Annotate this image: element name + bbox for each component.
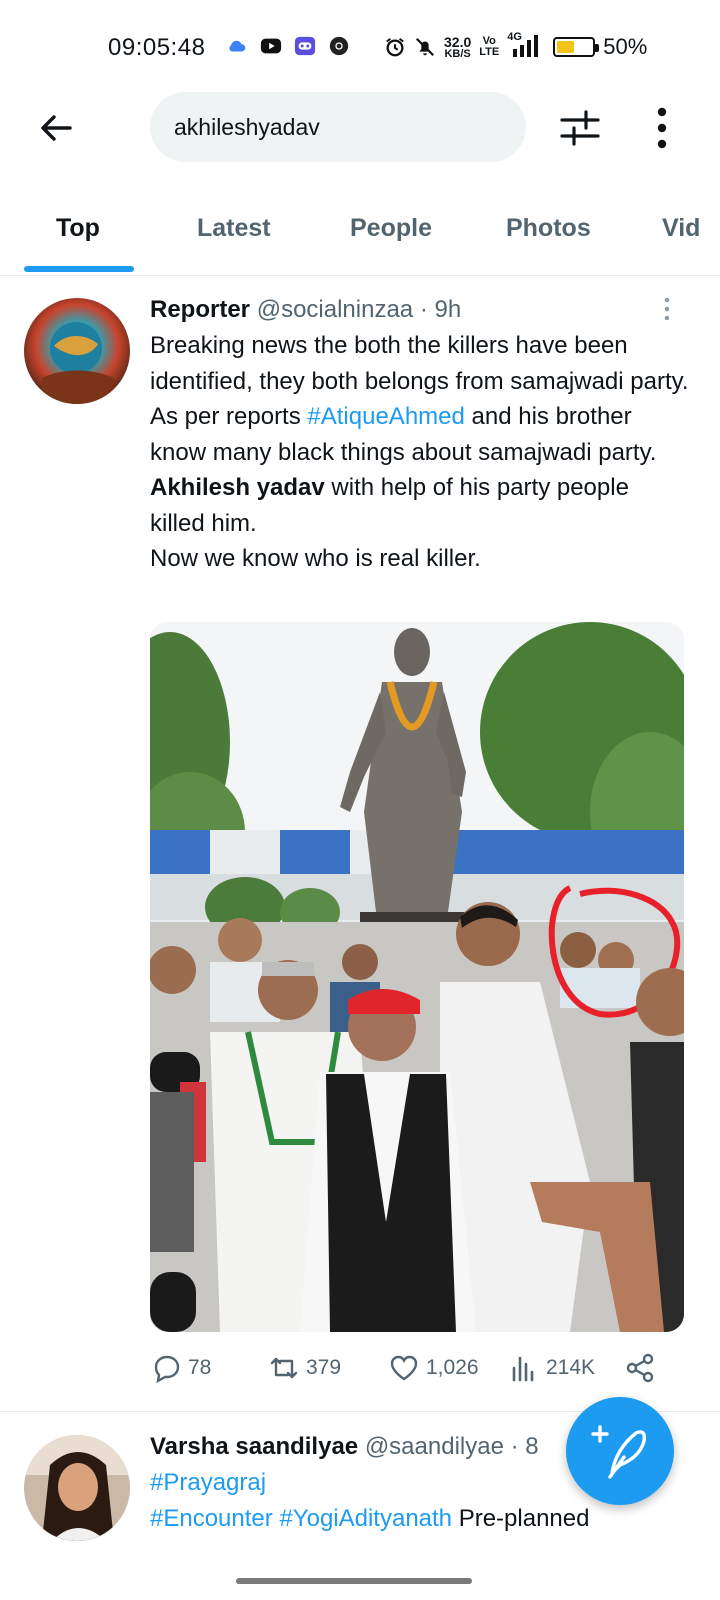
active-tab-indicator: [24, 266, 134, 272]
notification-icons: [226, 35, 350, 57]
author-handle[interactable]: @saandilyae: [365, 1433, 504, 1460]
hashtag-link[interactable]: #YogiAdityanath: [279, 1505, 452, 1532]
like-count: 1,026: [426, 1356, 479, 1379]
status-time: 09:05:48: [108, 34, 206, 61]
net-speed-unit: KB/S: [444, 47, 471, 60]
net-speed-value: 32.0: [444, 33, 472, 50]
more-vertical-icon[interactable]: [648, 104, 676, 152]
views-count: 214K: [546, 1356, 596, 1379]
views-chart-icon: [512, 1356, 534, 1382]
avatar[interactable]: [24, 298, 130, 404]
signal-icon: 4G: [507, 31, 541, 59]
views-button[interactable]: 214K: [508, 1352, 595, 1384]
like-button[interactable]: 1,026: [388, 1352, 479, 1384]
search-query: akhileshyadav: [174, 113, 320, 140]
cloud-icon: [229, 40, 246, 52]
tab-people[interactable]: People: [350, 214, 432, 243]
tweet[interactable]: Reporter @socialninzaa · 9h Breaking new…: [0, 278, 720, 1412]
tab-top[interactable]: Top: [56, 214, 100, 243]
search-input[interactable]: akhileshyadav: [150, 92, 526, 162]
tab-videos[interactable]: Vid: [662, 214, 700, 243]
tab-latest[interactable]: Latest: [197, 214, 271, 243]
battery-fill: [557, 41, 575, 53]
share-icon: [626, 1353, 654, 1383]
reply-button[interactable]: 78: [150, 1352, 211, 1384]
volte-bottom: LTE: [479, 46, 500, 58]
author-handle[interactable]: @socialninzaa: [257, 296, 413, 323]
compose-feather-plus-icon: [591, 1425, 647, 1479]
reply-icon: [154, 1355, 180, 1384]
system-indicators: 32.0 KB/S Vo LTE 4G 50%: [384, 31, 648, 60]
hashtag-link[interactable]: #Encounter: [150, 1505, 273, 1532]
back-arrow-icon[interactable]: [34, 106, 78, 150]
tweet-header: Varsha saandilyae @saandilyae · 8: [150, 1433, 539, 1461]
reply-count: 78: [188, 1356, 212, 1379]
tweet-time: 8: [525, 1433, 539, 1460]
tweet-text-part-4: Now we know who is real killer.: [150, 545, 481, 572]
battery-percent: 50%: [603, 34, 648, 59]
home-indicator[interactable]: [236, 1578, 472, 1584]
chrome-icon: [329, 36, 349, 56]
author-name[interactable]: Reporter: [150, 296, 250, 323]
compose-button[interactable]: [566, 1397, 674, 1505]
search-header: akhileshyadav: [0, 92, 720, 172]
search-tabs: Top Latest People Photos Vid: [0, 196, 720, 276]
tweet-text-tail: Pre-planned: [452, 1504, 590, 1532]
tab-photos[interactable]: Photos: [506, 214, 591, 243]
retweet-count: 379: [306, 1356, 342, 1379]
hashtag-link[interactable]: #AtiqueAhmed: [307, 403, 464, 430]
header-separator: ·: [419, 296, 428, 323]
avatar[interactable]: [24, 1435, 130, 1541]
tweet-text: Breaking news the both the killers have …: [150, 328, 690, 577]
tweet-photo[interactable]: [150, 622, 684, 1332]
alarm-icon: [386, 37, 404, 57]
filter-sliders-icon[interactable]: [556, 106, 604, 150]
status-bar: 09:05:48 32.0 KB/S Vo LTE 4G 50%: [0, 0, 720, 92]
header-separator: ·: [510, 1433, 519, 1460]
tweet-actions: 78 379 1,026 214K: [150, 1352, 670, 1392]
tweet-more-icon[interactable]: [660, 296, 674, 322]
battery-icon: [553, 37, 600, 57]
net-speed: 32.0 KB/S: [444, 35, 471, 60]
tweet-header: Reporter @socialninzaa · 9h: [150, 296, 461, 324]
retweet-button[interactable]: 379: [268, 1352, 341, 1384]
youtube-icon: [260, 38, 282, 54]
mute-icon: [415, 37, 435, 57]
tweet-time: 9h: [434, 296, 462, 323]
share-button[interactable]: [624, 1352, 656, 1384]
retweet-icon: [270, 1357, 298, 1379]
volte-indicator: Vo LTE: [479, 36, 499, 58]
bold-mention: Akhilesh yadav: [150, 474, 325, 501]
hashtag-link[interactable]: #Prayagraj: [150, 1469, 266, 1496]
author-name[interactable]: Varsha saandilyae: [150, 1433, 358, 1460]
heart-icon: [390, 1355, 418, 1381]
game-icon: [294, 36, 316, 56]
